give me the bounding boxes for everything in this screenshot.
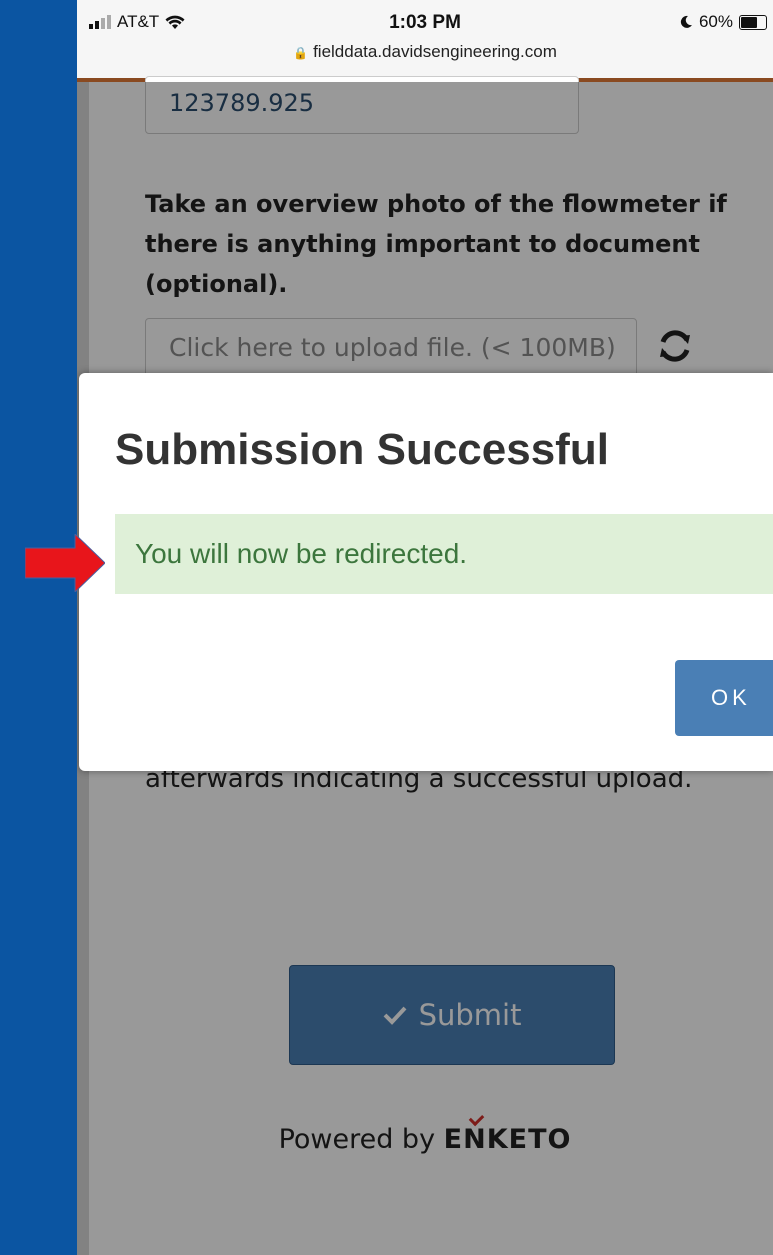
status-bar: AT&T 1:03 PM 60% 🔒 fielddata.davidsengine… <box>77 0 773 78</box>
success-message: You will now be redirected. <box>135 538 468 569</box>
phone-screen: AT&T 1:03 PM 60% 🔒 fielddata.davidsengine… <box>77 0 773 1255</box>
battery-indicator: 60% <box>679 12 767 32</box>
lock-icon: 🔒 <box>293 46 309 60</box>
red-arrow-icon <box>25 534 105 592</box>
submission-dialog: Submission Successful You will now be re… <box>79 373 773 771</box>
moon-icon <box>680 15 692 28</box>
dialog-title: Submission Successful <box>115 425 609 474</box>
battery-percent: 60% <box>698 12 733 31</box>
status-time: 1:03 PM <box>389 12 461 33</box>
success-alert: You will now be redirected. <box>115 514 773 594</box>
url-text: fielddata.davidsengineering.com <box>313 42 557 61</box>
ok-button[interactable]: OK <box>675 660 773 736</box>
address-bar[interactable]: 🔒 fielddata.davidsengineering.com <box>77 42 773 62</box>
battery-icon <box>739 14 767 30</box>
